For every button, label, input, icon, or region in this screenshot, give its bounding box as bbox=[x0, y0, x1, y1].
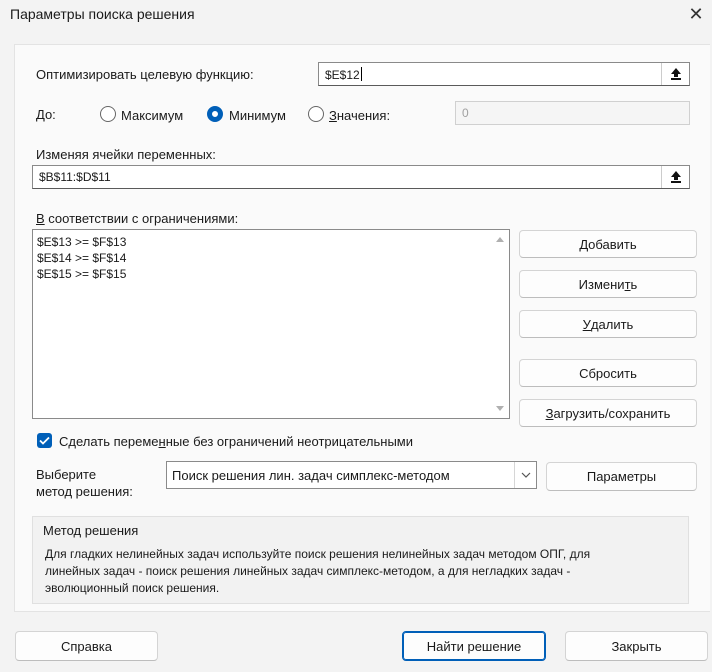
text-caret bbox=[360, 67, 362, 81]
chevron-down-icon[interactable] bbox=[514, 462, 536, 488]
help-button[interactable]: Справка bbox=[15, 631, 158, 661]
scroll-up-icon[interactable] bbox=[496, 237, 504, 242]
delete-button[interactable]: Удалить bbox=[519, 310, 697, 338]
change-button[interactable]: Измени т ь bbox=[519, 270, 697, 298]
value-radio[interactable] bbox=[308, 106, 324, 122]
list-item[interactable]: $E$14 >= $F$14 bbox=[37, 250, 126, 266]
nonneg-label[interactable]: Сделать переменные без ограничений неотр… bbox=[59, 434, 413, 449]
objective-value: $E$12 bbox=[325, 68, 360, 82]
to-label: До: bbox=[36, 107, 56, 122]
constraints-label: В соответствии с ограничениями: bbox=[36, 211, 238, 226]
value-label[interactable]: Значения: bbox=[329, 108, 390, 123]
add-mnemonic: Д bbox=[579, 236, 589, 252]
nonneg-mnemonic: н bbox=[158, 434, 166, 449]
method-info-line1: Для гладких нелинейных задач используйте… bbox=[45, 547, 591, 561]
value-label-mnemonic: З bbox=[329, 108, 337, 123]
variables-input[interactable]: $B$11:$D$11 bbox=[32, 165, 690, 189]
add-button[interactable]: Добавить bbox=[519, 230, 697, 258]
objective-label: Оптимизировать целевую функцию: bbox=[36, 67, 254, 82]
method-label-line2: метод решения: bbox=[36, 484, 133, 499]
method-info-line2: линейных задач - поиск решения линейных … bbox=[45, 564, 571, 578]
reset-button[interactable]: Сбросить bbox=[519, 359, 697, 387]
collapse-dialog-icon bbox=[670, 68, 681, 80]
method-info-box: Метод решения Для гладких нелинейных зад… bbox=[32, 516, 689, 604]
params-button[interactable]: Параметры bbox=[546, 462, 697, 491]
solve-button[interactable]: Найти решение bbox=[402, 631, 546, 661]
value-input[interactable]: 0 bbox=[455, 101, 690, 125]
list-item[interactable]: $E$13 >= $F$13 bbox=[37, 234, 126, 250]
nonneg-checkbox[interactable] bbox=[37, 433, 52, 448]
objective-input[interactable]: $E$12 bbox=[318, 62, 690, 86]
load-label-rest: агрузить/сохранить bbox=[553, 405, 671, 421]
close-window-button[interactable]: ✕ bbox=[684, 2, 708, 26]
min-label[interactable]: Минимум bbox=[229, 108, 286, 123]
collapse-dialog-icon bbox=[670, 171, 681, 183]
change-label-pre: Измени bbox=[578, 276, 625, 292]
nonneg-label-post: ные без ограничений неотрицательными bbox=[165, 434, 413, 449]
constraints-label-mnemonic: В bbox=[36, 211, 45, 226]
constraints-label-rest: соответствии с ограничениями: bbox=[44, 211, 239, 226]
nonneg-label-pre: Сделать переме bbox=[59, 434, 159, 449]
load-save-button[interactable]: Загрузить/сохранить bbox=[519, 399, 697, 427]
load-mnemonic: З bbox=[545, 405, 554, 421]
list-item[interactable]: $E$15 >= $F$15 bbox=[37, 266, 126, 282]
close-button[interactable]: Закрыть bbox=[565, 631, 708, 661]
scroll-down-icon[interactable] bbox=[496, 406, 504, 411]
value-label-rest: начения: bbox=[336, 108, 391, 123]
change-label-post: ь bbox=[630, 276, 638, 292]
objective-ref-button[interactable] bbox=[661, 63, 689, 85]
max-label[interactable]: Максимум bbox=[121, 108, 183, 123]
method-select-value: Поиск решения лин. задач симплекс-методо… bbox=[172, 467, 450, 483]
variables-label: Изменяя ячейки переменных: bbox=[36, 147, 216, 162]
constraints-scrollbar[interactable] bbox=[492, 230, 509, 418]
checkmark-icon bbox=[39, 436, 50, 445]
add-label-rest: обавить bbox=[588, 236, 637, 252]
min-radio[interactable] bbox=[207, 106, 223, 122]
variables-ref-button[interactable] bbox=[661, 166, 689, 188]
delete-label-rest: далить bbox=[590, 316, 634, 332]
method-info-title: Метод решения bbox=[43, 523, 139, 538]
window-title: Параметры поиска решения bbox=[10, 6, 195, 22]
method-label-line1: Выберите bbox=[36, 467, 97, 482]
method-select[interactable]: Поиск решения лин. задач симплекс-методо… bbox=[166, 461, 537, 489]
delete-mnemonic: У bbox=[582, 316, 591, 332]
constraints-list[interactable]: $E$13 >= $F$13 $E$14 >= $F$14 $E$15 >= $… bbox=[32, 229, 510, 419]
method-info-line3: эволюционный поиск решения. bbox=[45, 581, 220, 595]
max-radio[interactable] bbox=[100, 106, 116, 122]
